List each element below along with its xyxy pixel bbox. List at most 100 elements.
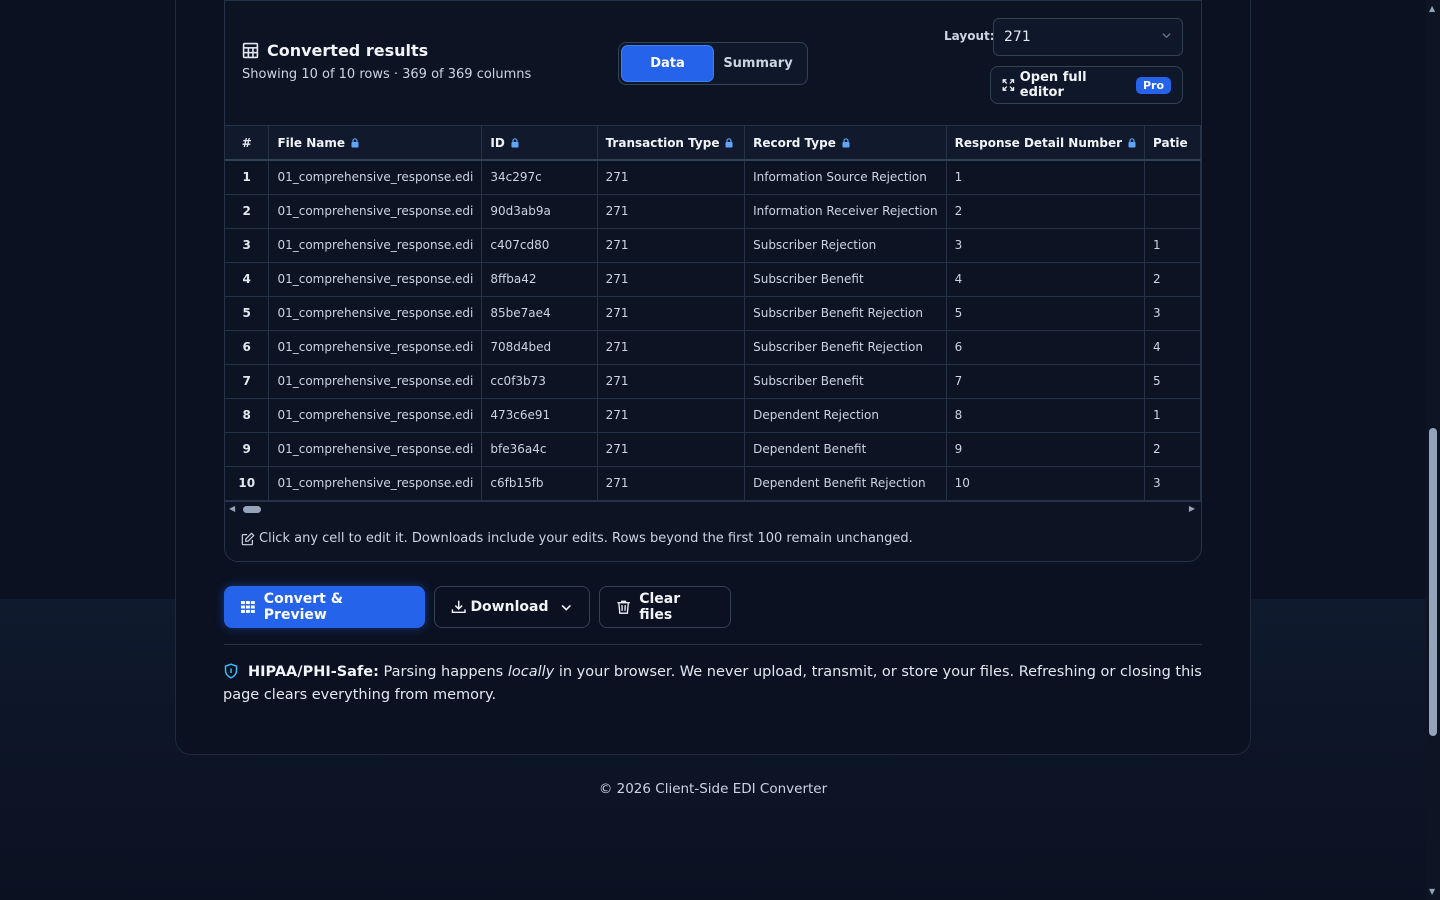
table-cell[interactable]: 01_comprehensive_response.edi [268,330,483,365]
scroll-up-icon[interactable]: ▲ [1429,4,1435,13]
table-cell[interactable]: 3 [946,228,1146,263]
column-header[interactable]: Patie [1144,126,1201,161]
row-index-cell: 7 [225,364,270,399]
table-cell[interactable]: 8 [946,398,1146,433]
table-cell[interactable]: bfe36a4c [481,432,598,467]
convert-preview-button[interactable]: Convert & Preview [224,586,425,628]
column-header-index[interactable]: # [225,126,270,161]
table-cell[interactable]: 271 [597,432,746,467]
table-cell[interactable]: 01_comprehensive_response.edi [268,160,483,195]
table-cell[interactable]: 271 [597,194,746,229]
table-cell[interactable]: 2 [946,194,1146,229]
table-cell[interactable] [1144,160,1201,195]
table-cell[interactable]: 3 [1144,296,1201,331]
table-cell[interactable]: 7 [946,364,1146,399]
column-header-label: # [241,135,252,150]
row-index-cell: 4 [225,262,270,297]
table-cell[interactable]: 85be7ae4 [481,296,598,331]
column-header[interactable]: ID [481,126,598,161]
results-title: Converted results [242,41,531,60]
table-cell[interactable]: 01_comprehensive_response.edi [268,432,483,467]
vertical-scroll-thumb[interactable] [1429,428,1437,736]
table-cell[interactable]: 271 [597,398,746,433]
horizontal-scroll-thumb[interactable] [243,506,261,513]
table-cell[interactable]: 271 [597,330,746,365]
table-cell[interactable] [1144,194,1201,229]
open-full-editor-button[interactable]: Open full editor Pro [990,66,1183,104]
table-cell[interactable]: 01_comprehensive_response.edi [268,466,483,501]
table-cell[interactable]: 271 [597,466,746,501]
column-header[interactable]: Transaction Type [597,126,746,161]
table-row: 3 01_comprehensive_response.edi c407cd80 27… [225,228,1201,263]
layout-select[interactable]: 271 [993,18,1183,56]
table-cell[interactable]: c407cd80 [481,228,598,263]
table-cell[interactable]: Subscriber Rejection [744,228,947,263]
table-cell[interactable]: Dependent Benefit [744,432,947,467]
table-cell[interactable]: 1 [1144,398,1201,433]
table-cell[interactable]: 01_comprehensive_response.edi [268,262,483,297]
table-cell[interactable]: 4 [1144,330,1201,365]
results-header: Converted results Showing 10 of 10 rows … [242,41,531,82]
table-cell[interactable]: 5 [946,296,1146,331]
column-header-label: File Name [277,135,345,150]
vertical-scrollbar[interactable]: ▲ ▼ [1426,0,1440,900]
table-cell[interactable]: Dependent Benefit Rejection [744,466,947,501]
table-cell[interactable]: 90d3ab9a [481,194,598,229]
lock-icon [725,137,733,147]
table-cell[interactable]: 4 [946,262,1146,297]
scroll-right-icon[interactable]: ▶ [1189,504,1195,513]
table-cell[interactable]: Subscriber Benefit Rejection [744,330,947,365]
table-cell[interactable]: Information Receiver Rejection [744,194,947,229]
table-cell[interactable]: 271 [597,364,746,399]
table-cell[interactable]: Subscriber Benefit Rejection [744,296,947,331]
column-header[interactable]: File Name [268,126,483,161]
table-cell[interactable]: c6fb15fb [481,466,598,501]
tab-data[interactable]: Data [622,46,713,81]
scroll-left-icon[interactable]: ◀ [229,504,235,513]
table-cell[interactable]: 01_comprehensive_response.edi [268,364,483,399]
results-table-container[interactable]: # File Name ID Transaction Type Record Type R… [225,125,1201,501]
table-body: 1 01_comprehensive_response.edi 34c297c 271… [225,160,1201,501]
table-cell[interactable]: 34c297c [481,160,598,195]
table-cell[interactable]: 2 [1144,262,1201,297]
column-header[interactable]: Response Detail Number [946,126,1146,161]
table-cell[interactable]: 01_comprehensive_response.edi [268,228,483,263]
row-index-cell: 2 [225,194,270,229]
table-cell[interactable]: 1 [1144,228,1201,263]
table-row: 5 01_comprehensive_response.edi 85be7ae4 27… [225,296,1201,331]
table-cell[interactable]: Subscriber Benefit [744,364,947,399]
tab-summary[interactable]: Summary [713,46,803,81]
table-cell[interactable]: 6 [946,330,1146,365]
table-cell[interactable]: 01_comprehensive_response.edi [268,194,483,229]
row-index-cell: 1 [225,160,270,195]
scroll-down-icon[interactable]: ▼ [1429,887,1435,896]
download-button[interactable]: Download [434,586,590,628]
results-panel: Converted results Showing 10 of 10 rows … [224,0,1202,562]
table-cell[interactable]: 271 [597,160,746,195]
table-cell[interactable]: 1 [946,160,1146,195]
column-header[interactable]: Record Type [744,126,947,161]
table-cell[interactable]: 271 [597,296,746,331]
horizontal-scrollbar[interactable]: ◀ ▶ [225,501,1201,516]
table-cell[interactable]: Subscriber Benefit [744,262,947,297]
table-cell[interactable]: 01_comprehensive_response.edi [268,296,483,331]
table-cell[interactable]: 708d4bed [481,330,598,365]
table-cell[interactable]: 10 [946,466,1146,501]
table-cell[interactable]: 271 [597,262,746,297]
table-cell[interactable]: 271 [597,228,746,263]
table-cell[interactable]: 01_comprehensive_response.edi [268,398,483,433]
clear-files-button[interactable]: Clear files [599,586,731,628]
table-cell[interactable]: cc0f3b73 [481,364,598,399]
table-row: 6 01_comprehensive_response.edi 708d4bed 27… [225,330,1201,365]
table-cell[interactable]: 3 [1144,466,1201,501]
edit-note: Click any cell to edit it. Downloads inc… [241,531,913,546]
table-cell[interactable]: 2 [1144,432,1201,467]
table-cell[interactable]: 5 [1144,364,1201,399]
row-index-cell: 5 [225,296,270,331]
hipaa-emphasis: locally [507,664,555,680]
table-cell[interactable]: Dependent Rejection [744,398,947,433]
table-cell[interactable]: 473c6e91 [481,398,598,433]
table-cell[interactable]: 8ffba42 [481,262,598,297]
table-cell[interactable]: 9 [946,432,1146,467]
table-cell[interactable]: Information Source Rejection [744,160,947,195]
